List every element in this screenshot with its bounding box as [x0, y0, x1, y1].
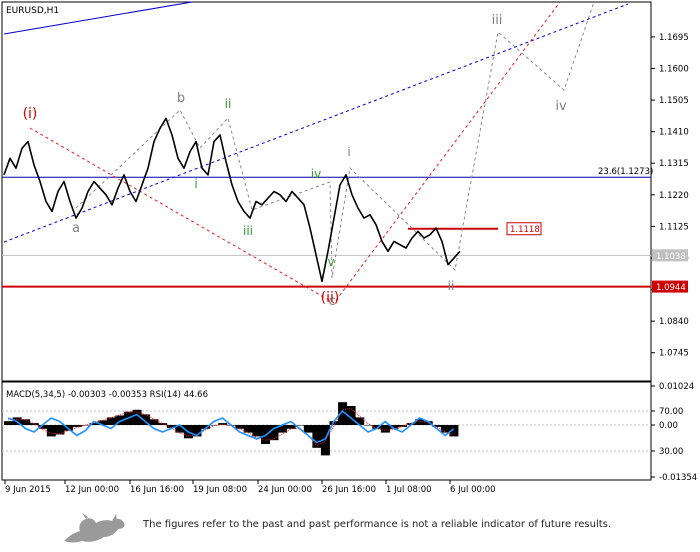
- x-tick-label: 12 Jun 00:00: [65, 485, 119, 495]
- x-tick-label: 6 Jul 00:00: [450, 485, 496, 495]
- y-tick-label: 1.1410: [659, 128, 689, 138]
- footer: The figures refer to the past and past p…: [0, 505, 700, 552]
- x-tick-label: 24 Jun 00:00: [258, 485, 312, 495]
- y-tick-label: 1.1505: [659, 96, 689, 106]
- support-price-label: 1.0944: [656, 283, 686, 293]
- wave-label: (i): [23, 106, 38, 122]
- macd-bar: [158, 423, 168, 425]
- y-tick-label: 1.1600: [659, 64, 689, 74]
- wave-label: (ii): [321, 290, 340, 306]
- wave-label: iv: [555, 99, 567, 114]
- wave-label: i: [347, 145, 350, 159]
- y-tick-label: 1.1315: [659, 159, 689, 169]
- wave-label: v: [327, 255, 334, 269]
- wave-label: a: [72, 221, 80, 236]
- chart-title: EURUSD,H1: [6, 6, 59, 16]
- price-series-line: [3, 117, 461, 283]
- y-tick-label: 1.1220: [659, 191, 689, 201]
- macd-bar: [355, 417, 365, 425]
- wave-label: iii: [492, 13, 503, 28]
- y-tick-label: 1.1695: [659, 33, 689, 43]
- indicator-tick-label: 0.01024: [659, 382, 694, 392]
- macd-bar: [303, 425, 313, 433]
- red-projection-lines: [29, 1, 561, 304]
- wave-label: iii: [243, 224, 253, 238]
- wave-label: ii: [448, 279, 455, 293]
- indicator-title: MACD(5,34,5) -0.00303 -0.00353 RSI(14) 4…: [6, 390, 208, 400]
- wave-path-grey: [75, 1, 595, 279]
- wave-label: ii: [225, 97, 232, 111]
- lower-channel-line: [3, 3, 629, 243]
- macd-bar: [286, 425, 296, 429]
- indicator-tick-label: -0.01354: [659, 473, 697, 483]
- bull-bear-logo-icon: [64, 513, 125, 543]
- macd-bar: [46, 425, 56, 437]
- x-tick-label: 16 Jun 16:00: [130, 485, 184, 495]
- wave-label: i: [194, 177, 197, 191]
- wave-label: b: [177, 91, 185, 106]
- current-price-label: 1.1038: [656, 252, 686, 262]
- indicator-tick-label: 30.00: [659, 447, 683, 457]
- disclaimer-text: The figures refer to the past and past p…: [143, 519, 612, 530]
- wave-label: iv: [311, 167, 321, 181]
- resistance-label: 1.1118: [510, 225, 540, 235]
- macd-bar: [380, 425, 390, 433]
- y-tick-label: 1.0745: [659, 349, 689, 359]
- macd-bar: [312, 425, 322, 448]
- y-tick-label: 1.1125: [659, 222, 689, 232]
- eurusd-chart: EURUSD,H1 1.1695 1.1600 1.1505 1.1410 1.1315 1…: [1, 1, 697, 495]
- macd-bar: [149, 419, 159, 425]
- macd-bar: [252, 425, 262, 437]
- indicator-tick-label: 0.00: [659, 421, 678, 431]
- x-tick-label: 9 Jun 2015: [5, 485, 51, 495]
- main-panel-frame: [1, 1, 652, 382]
- x-tick-label: 26 Jun 16:00: [322, 485, 376, 495]
- macd-bar: [235, 425, 245, 429]
- indicator-tick-label: 70.00: [659, 407, 683, 417]
- y-tick-label: 1.0840: [659, 317, 689, 327]
- x-tick-label: 1 Jul 08:00: [386, 485, 432, 495]
- macd-bar: [4, 421, 13, 425]
- fibonacci-label: 23.6(1.1273): [598, 167, 653, 177]
- macd-bar: [440, 425, 450, 433]
- x-tick-label: 19 Jun 08:00: [193, 485, 247, 495]
- macd-bar: [106, 417, 116, 425]
- chart-root: EURUSD,H1 1.1695 1.1600 1.1505 1.1410 1.1315 1…: [0, 0, 700, 552]
